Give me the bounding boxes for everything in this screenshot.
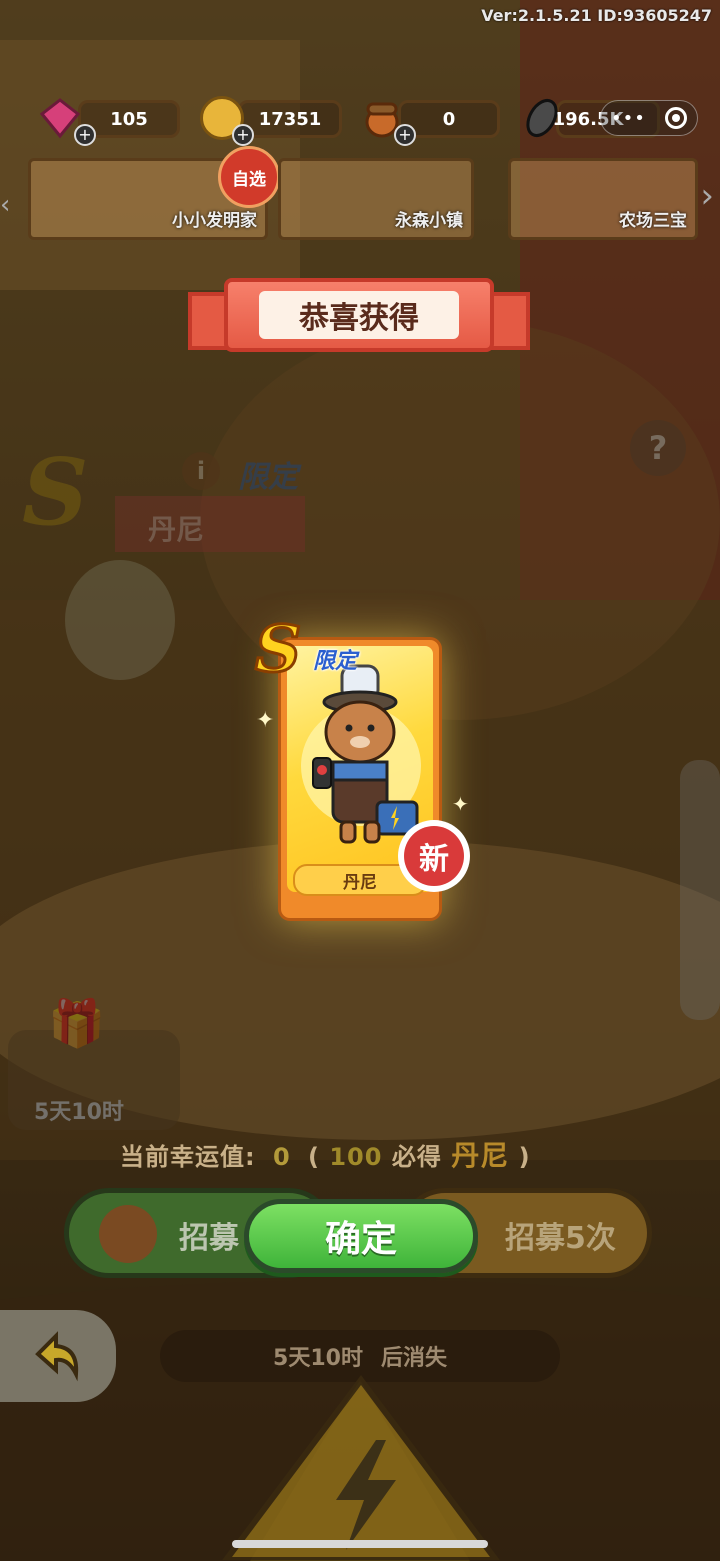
recruit-once-label: 招募 — [179, 1221, 239, 1256]
home-indicator — [232, 1540, 488, 1548]
back-button[interactable] — [0, 1310, 116, 1402]
more-icon[interactable]: ••• — [611, 108, 646, 129]
confirm-button[interactable]: 确定 — [244, 1199, 478, 1273]
banner-next-arrow[interactable]: › — [700, 176, 714, 216]
luck-must: 必得 — [391, 1143, 442, 1171]
add-acorns-button[interactable]: + — [394, 124, 416, 146]
banner-card-label: 农场三宝 — [619, 211, 687, 231]
new-badge-text: 新 — [404, 826, 464, 886]
banner-card-farm[interactable]: 农场三宝 — [508, 158, 698, 240]
luck-paren-close: ) — [518, 1143, 531, 1171]
luck-line: 当前幸运值: 0 ( 100 必得 丹尼 ) — [120, 1134, 531, 1174]
banner-card-label: 永森小镇 — [395, 211, 463, 231]
popup-title: 恭喜获得 — [259, 291, 459, 339]
self-select-badge: 自选 — [218, 146, 280, 208]
expire-suffix: 后消失 — [380, 1346, 447, 1371]
card-limited-tag: 限定 — [313, 649, 358, 674]
congrats-ribbon: 恭喜获得 — [188, 272, 530, 358]
game-scene: S i 限定 丹尼 ? 🎁 5天10时 Ver:2.1.5.21 ID:9360… — [0, 0, 720, 1561]
banner-card-town[interactable]: 永森小镇 — [278, 158, 474, 240]
banner-prev-arrow[interactable]: ‹ — [0, 190, 10, 220]
luck-hero-name: 丹尼 — [451, 1139, 510, 1172]
acorn-icon — [99, 1205, 157, 1263]
banner-card-label: 小小发明家 — [172, 211, 257, 231]
ribbon-body: 恭喜获得 — [224, 278, 494, 352]
luck-target: 100 — [329, 1143, 383, 1171]
sparkle-icon: ✦ — [452, 792, 469, 816]
lightning-sign-icon — [222, 1375, 500, 1560]
card-rank-letter: S — [253, 611, 302, 689]
recruit-five-label: 招募5次 — [505, 1221, 616, 1256]
luck-label: 当前幸运值: — [120, 1143, 256, 1171]
close-target-icon[interactable] — [665, 107, 687, 129]
sparkle-icon: ✦ — [256, 708, 275, 733]
luck-value: 0 — [272, 1143, 291, 1171]
new-badge: 新 — [398, 820, 470, 892]
add-gems-button[interactable]: + — [74, 124, 96, 146]
acorn-amount: 0 — [442, 108, 456, 130]
miniprogram-capsule: ••• — [600, 100, 698, 136]
coin-amount: 17351 — [258, 108, 322, 130]
version-label: Ver:2.1.5.21 ID:93605247 — [481, 6, 712, 25]
luck-paren-open: ( — [308, 1143, 320, 1171]
sunflower-seed-icon — [520, 96, 564, 140]
add-coins-button[interactable]: + — [232, 124, 254, 146]
gem-amount: 105 — [110, 108, 148, 130]
expire-time: 5天10时 — [273, 1346, 363, 1371]
back-arrow-icon — [35, 1331, 79, 1382]
